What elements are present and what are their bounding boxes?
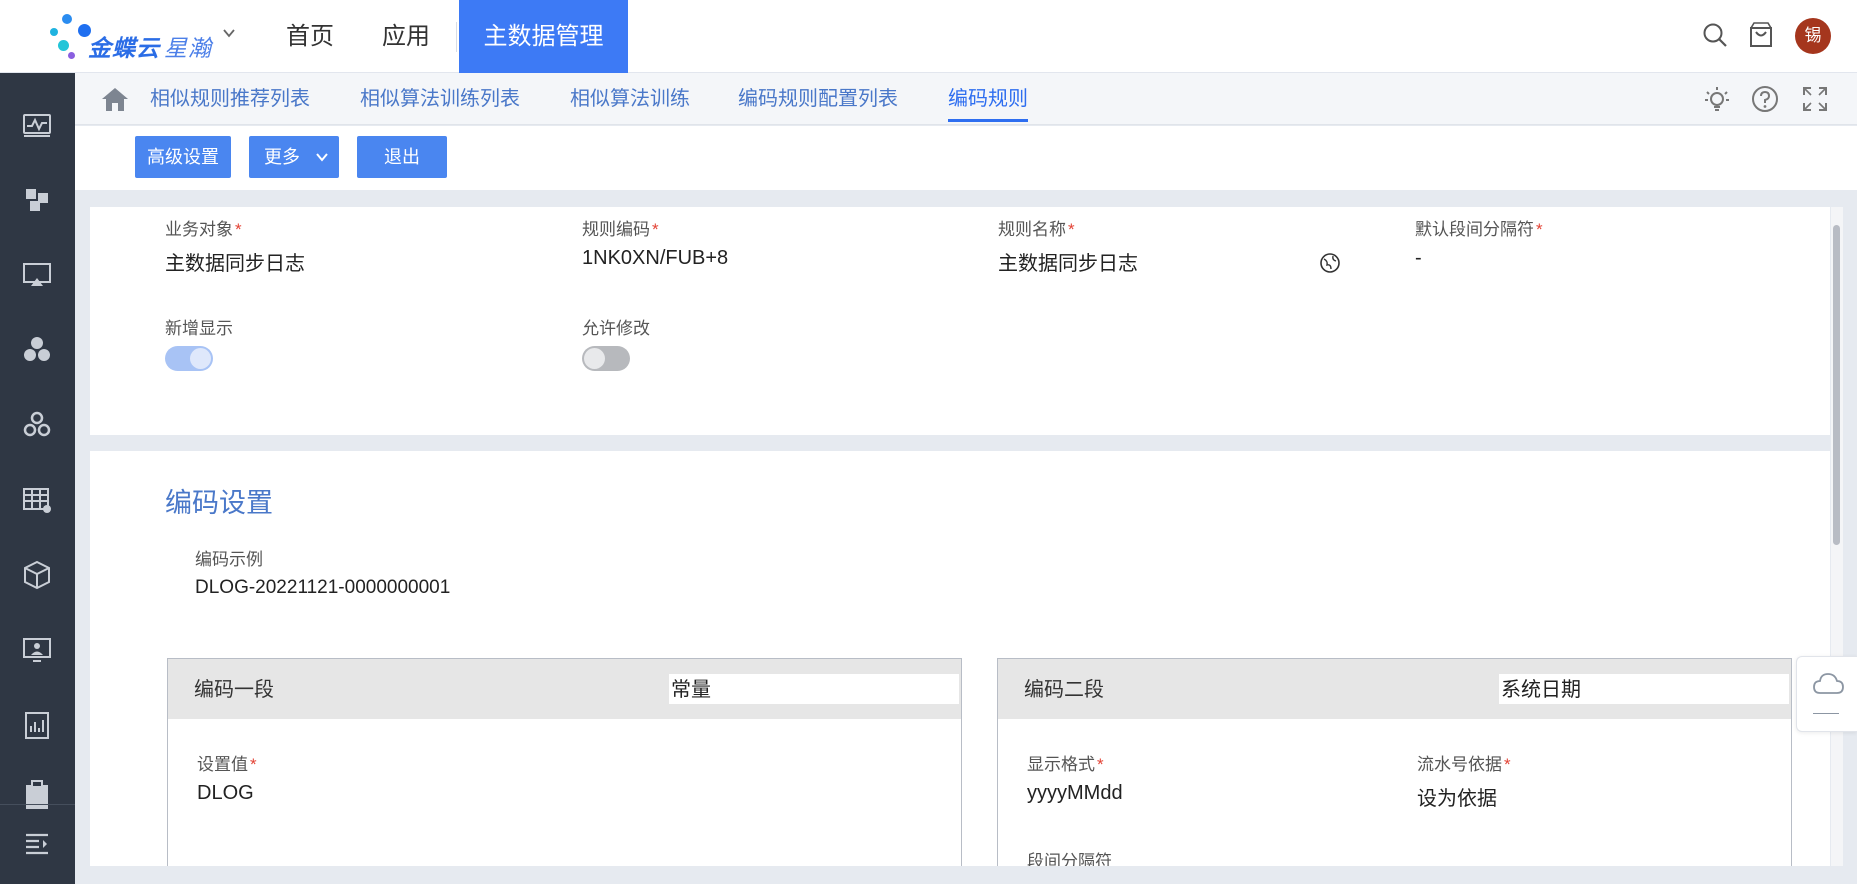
nav-home[interactable]: 首页 [272,0,348,73]
circles-icon[interactable] [20,333,54,367]
vertical-scrollbar[interactable] [1831,207,1843,866]
segment-title: 编码二段 [1024,679,1104,701]
default-separator-value[interactable]: - [1415,247,1422,270]
required-mark: * [250,755,257,774]
tab-coding-rule[interactable]: 编码规则 [948,73,1028,125]
set-value-value[interactable]: DLOG [197,782,254,805]
display-format-value[interactable]: yyyyMMdd [1027,782,1123,805]
segment-header: 编码二段 系统日期 [998,659,1791,719]
top-bar: 金蝶云 星瀚 首页 应用 主数据管理 锡 [0,0,1857,73]
divider-line [1813,713,1839,714]
nav-apps[interactable]: 应用 [368,0,444,73]
rule-code-label: 规则编码 * [582,220,659,239]
globe-icon[interactable] [1319,252,1341,274]
screen-cast-icon[interactable] [20,258,54,292]
more-button-label: 更多 [264,147,300,167]
shopping-bag-icon[interactable] [1746,20,1776,50]
lightbulb-icon[interactable] [1702,84,1732,114]
exit-button[interactable]: 退出 [357,136,447,178]
display-format-label: 显示格式 * [1027,755,1104,774]
nav-master-data[interactable]: 主数据管理 [459,0,628,73]
segment-title: 编码一段 [194,679,274,701]
tab-coding-rule-config-list[interactable]: 编码规则配置列表 [738,73,898,125]
business-object-label: 业务对象 * [165,220,242,239]
presentation-icon[interactable] [20,633,54,667]
required-mark: * [1536,220,1543,239]
basic-info-panel: 业务对象 * 主数据同步日志 规则编码 * 1NK0XN/FUB+8 规则名称 * 主… [90,207,1830,435]
toggle-knob [190,348,211,369]
rule-code-value[interactable]: 1NK0XN/FUB+8 [582,247,728,270]
segment-type-field[interactable]: 系统日期 [1499,674,1789,704]
brand-product: 星瀚 [164,35,212,61]
show-on-add-toggle[interactable] [165,346,213,371]
coding-settings-panel: 编码设置 编码示例 DLOG-20221121-0000000001 编码一段 … [90,451,1830,866]
sidebar [0,73,75,884]
puzzle-icon[interactable] [20,183,54,217]
required-mark: * [235,220,242,239]
tab-similar-algorithm-training-list[interactable]: 相似算法训练列表 [360,73,520,125]
monitor-chart-icon[interactable] [20,108,54,142]
nav-divider [456,22,457,52]
more-button[interactable]: 更多 [249,136,339,178]
default-separator-label: 默认段间分隔符 * [1415,220,1543,239]
help-icon[interactable] [1750,84,1780,114]
home-icon[interactable] [101,86,129,112]
allow-modify-label: 允许修改 [582,319,650,338]
segment-header: 编码一段 常量 [168,659,961,719]
required-mark: * [1068,220,1075,239]
rule-name-label: 规则名称 * [998,220,1075,239]
coding-settings-title: 编码设置 [165,488,273,518]
coding-example-value: DLOG-20221121-0000000001 [195,577,451,598]
tab-similar-rule-recommend-list[interactable]: 相似规则推荐列表 [150,73,310,125]
set-value-label: 设置值 * [197,755,257,774]
segment-type-field[interactable]: 常量 [669,674,959,704]
segment-separator-label: 段间分隔符 [1027,852,1112,866]
brand-name: 金蝶云 [88,35,160,61]
show-on-add-label: 新增显示 [165,319,233,338]
menu-expand-icon[interactable] [22,829,52,859]
required-mark: * [1504,755,1511,774]
coding-segment-2: 编码二段 系统日期 显示格式 * yyyyMMdd 流水号依据 * 设为依据 段间分… [997,658,1792,866]
rule-name-value[interactable]: 主数据同步日志 [998,247,1138,276]
kingdee-logo[interactable]: 金蝶云 星瀚 [48,10,238,62]
cloud-icon [1813,673,1844,694]
sidebar-footer [0,804,75,884]
coding-segment-1: 编码一段 常量 设置值 * DLOG [167,658,962,866]
required-mark: * [1097,755,1104,774]
report-icon[interactable] [20,708,54,742]
serial-basis-value[interactable]: 设为依据 [1417,782,1497,811]
cube-icon[interactable] [20,558,54,592]
chevron-down-icon [316,153,328,162]
tab-similar-algorithm-training[interactable]: 相似算法训练 [570,73,690,125]
action-toolbar: 高级设置 更多 退出 [75,126,1857,190]
required-mark: * [652,220,659,239]
page-tabs: 相似规则推荐列表 相似算法训练列表 相似算法训练 编码规则配置列表 编码规则 [75,73,1857,125]
cloud-float-button[interactable] [1796,656,1857,732]
advanced-settings-button[interactable]: 高级设置 [135,136,231,178]
chevron-down-icon[interactable] [222,26,236,40]
allow-modify-toggle[interactable] [582,346,630,371]
search-icon[interactable] [1700,20,1730,50]
business-object-value[interactable]: 主数据同步日志 [165,247,305,276]
gears-icon[interactable] [20,408,54,442]
serial-basis-label: 流水号依据 * [1417,755,1511,774]
user-avatar[interactable]: 锡 [1795,18,1831,54]
fullscreen-icon[interactable] [1800,84,1830,114]
coding-example-label: 编码示例 [195,550,263,569]
toggle-knob [584,348,605,369]
scrollbar-thumb[interactable] [1833,225,1840,545]
table-icon[interactable] [20,483,54,517]
